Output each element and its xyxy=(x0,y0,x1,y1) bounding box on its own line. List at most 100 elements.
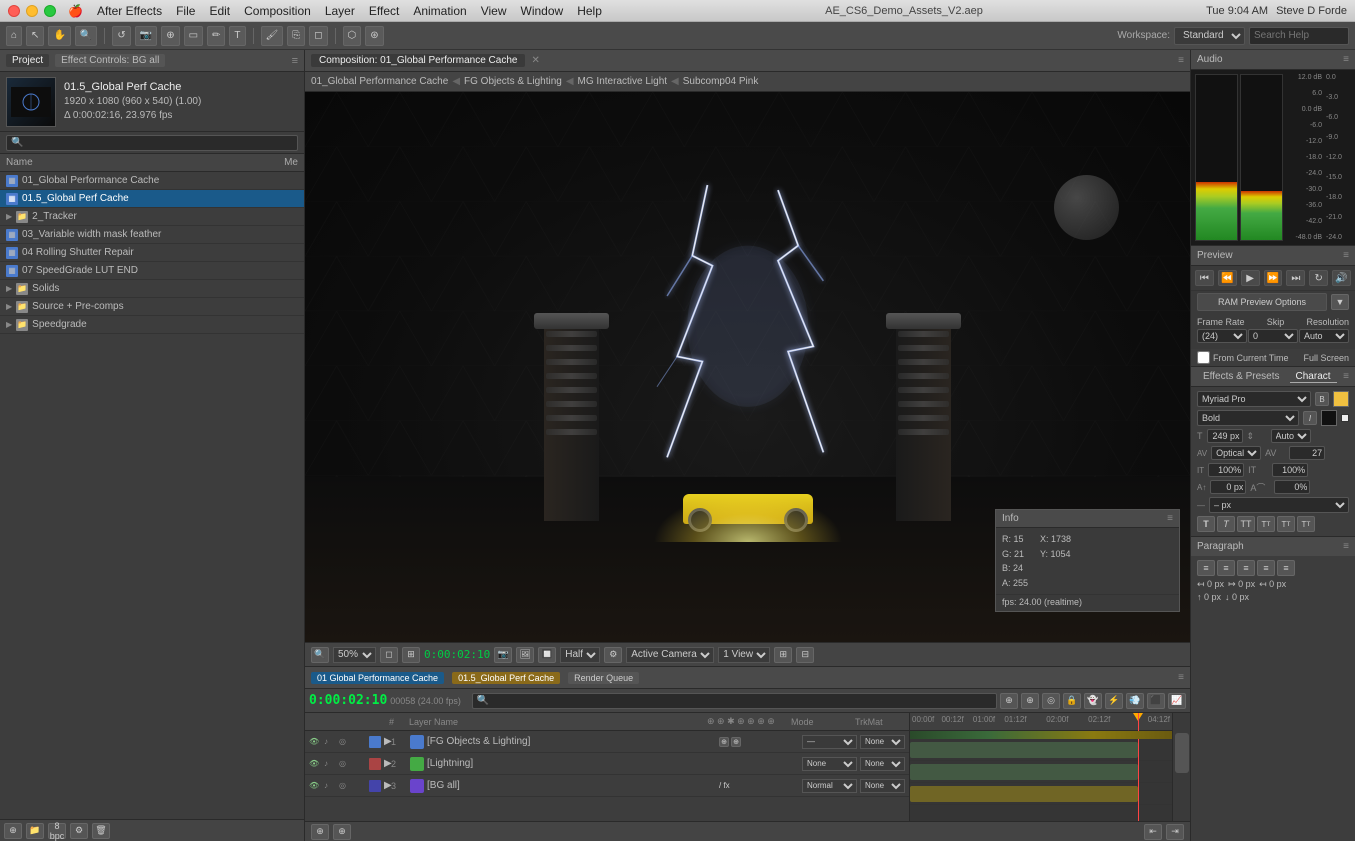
timeline-tab-1[interactable]: 01 Global Performance Cache xyxy=(311,672,444,684)
toolbar-pen-btn[interactable]: ✏ xyxy=(207,26,225,46)
faux-italic-btn[interactable]: I xyxy=(1303,411,1317,425)
project-search-btn[interactable]: 8 bpc xyxy=(48,823,66,839)
faux-bold-text-btn[interactable]: T xyxy=(1197,516,1215,532)
menu-file[interactable]: File xyxy=(176,4,195,18)
layer-mode-select[interactable]: — xyxy=(802,735,857,749)
layer-efx-btn[interactable]: ⊕ xyxy=(731,737,741,747)
search-help-input[interactable] xyxy=(1249,27,1349,45)
timeline-nav-start-btn[interactable]: ⊕ xyxy=(311,824,329,840)
baseline-input[interactable] xyxy=(1210,480,1246,494)
skip-select[interactable]: 0 xyxy=(1248,329,1298,343)
language-select[interactable]: – px xyxy=(1209,497,1349,513)
tsume-input[interactable] xyxy=(1274,480,1310,494)
timeline-time-stretch-end-btn[interactable]: ⇥ xyxy=(1166,824,1184,840)
timeline-tab-2[interactable]: 01.5_Global Perf Cache xyxy=(452,672,560,684)
layer-audio-icon[interactable]: ♪ xyxy=(324,781,336,790)
comp-grid-btn[interactable]: ⊞ xyxy=(774,647,792,663)
font-size-input[interactable] xyxy=(1207,429,1243,443)
align-right-btn[interactable]: ≡ xyxy=(1237,560,1255,576)
ram-preview-dropdown-btn[interactable]: ▼ xyxy=(1331,294,1349,310)
font-family-select[interactable]: Myriad Pro xyxy=(1197,391,1311,407)
list-item[interactable]: ▶ 📁 2_Tracker xyxy=(0,208,304,226)
layer-row-2[interactable]: 👁 ♪ ◎ ▶ 2 [Lightning] None None xyxy=(305,753,909,775)
timeline-panel-menu-icon[interactable]: ≡ xyxy=(1178,672,1184,683)
project-folder-btn[interactable]: 📁 xyxy=(26,823,44,839)
leading-select[interactable]: Auto xyxy=(1271,429,1311,443)
timeline-marker-btn[interactable]: ⊕ xyxy=(1021,693,1039,709)
info-panel-menu-icon[interactable]: ≡ xyxy=(1167,513,1173,524)
quality-select[interactable]: Half xyxy=(560,647,600,663)
breadcrumb-item-3[interactable]: MG Interactive Light xyxy=(578,76,667,87)
comp-tab-close-icon[interactable]: ✕ xyxy=(531,55,539,66)
menu-aftereffects[interactable]: After Effects xyxy=(97,4,162,18)
layer-visibility-icon[interactable]: 👁 xyxy=(309,759,321,768)
tracking-input[interactable] xyxy=(1289,446,1325,460)
timeline-frame-blend-btn[interactable]: ⬛ xyxy=(1147,693,1165,709)
panel-close-icon[interactable]: ≡ xyxy=(292,55,298,67)
layer-mode-select[interactable]: None xyxy=(802,757,857,771)
toolbar-puppet-btn[interactable]: ⊛ xyxy=(365,26,383,46)
comp-guides-btn[interactable]: ⊟ xyxy=(796,647,814,663)
layer-trkmat-select[interactable]: None xyxy=(860,735,905,749)
timeline-lock-btn[interactable]: 🔒 xyxy=(1063,693,1081,709)
comp-magnification-btn[interactable]: 🔍 xyxy=(311,647,329,663)
menu-animation[interactable]: Animation xyxy=(413,4,466,18)
project-new-composition-btn[interactable]: ⊕ xyxy=(4,823,22,839)
minimize-button[interactable] xyxy=(26,5,38,17)
timeline-quality-btn[interactable]: ⚡ xyxy=(1105,693,1123,709)
toolbar-eraser-btn[interactable]: ◻ xyxy=(309,26,327,46)
subscript-btn[interactable]: TT xyxy=(1297,516,1315,532)
preview-next-frame-btn[interactable]: ⏩ xyxy=(1264,270,1283,286)
layer-solo-icon[interactable]: ◎ xyxy=(339,737,351,746)
layer-expand-icon[interactable]: ▶ xyxy=(384,736,388,747)
menu-effect[interactable]: Effect xyxy=(369,4,399,18)
align-center-btn[interactable]: ≡ xyxy=(1217,560,1235,576)
list-item[interactable]: ▶ 📁 Speedgrade xyxy=(0,316,304,334)
effect-controls-tab[interactable]: Effect Controls: BG all xyxy=(55,54,165,67)
menu-help[interactable]: Help xyxy=(577,4,602,18)
justify-btn[interactable]: ≡ xyxy=(1257,560,1275,576)
timeline-shy-btn[interactable]: 👻 xyxy=(1084,693,1102,709)
fill-color-swatch[interactable] xyxy=(1333,391,1349,407)
toolbar-select-btn[interactable]: ↖ xyxy=(26,26,44,46)
list-item[interactable]: ▦ 01_Global Performance Cache xyxy=(0,172,304,190)
timeline-graph-btn[interactable]: 📈 xyxy=(1168,693,1186,709)
layer-audio-icon[interactable]: ♪ xyxy=(324,737,336,746)
list-item[interactable]: ▦ 04 Rolling Shutter Repair xyxy=(0,244,304,262)
timeline-tab-render[interactable]: Render Queue xyxy=(568,672,639,684)
list-item[interactable]: ▦ 01.5_Global Perf Cache xyxy=(0,190,304,208)
stroke-color-swatch[interactable] xyxy=(1321,410,1337,426)
menu-window[interactable]: Window xyxy=(521,4,564,18)
toolbar-hand-btn[interactable]: ✋ xyxy=(48,26,70,46)
superscript-btn[interactable]: TT xyxy=(1277,516,1295,532)
timeline-search-input[interactable] xyxy=(472,693,997,709)
timeline-motion-blur-btn[interactable]: 💨 xyxy=(1126,693,1144,709)
faux-bold-btn[interactable]: B xyxy=(1315,392,1329,406)
comp-roi-btn[interactable]: ⊞ xyxy=(402,647,420,663)
layer-trkmat-select[interactable]: None xyxy=(860,779,905,793)
menu-composition[interactable]: Composition xyxy=(244,4,311,18)
comp-display-btn[interactable]: ⚙ xyxy=(604,647,622,663)
zoom-select[interactable]: 50% xyxy=(333,647,376,663)
view-select[interactable]: Active Camera xyxy=(626,647,714,663)
timeline-nav-end-btn[interactable]: ⊕ xyxy=(333,824,351,840)
layer-trkmat-select[interactable]: None xyxy=(860,757,905,771)
small-caps-btn[interactable]: TT xyxy=(1257,516,1275,532)
layer-visibility-icon[interactable]: 👁 xyxy=(309,737,321,746)
toolbar-home-btn[interactable]: ⌂ xyxy=(6,26,22,46)
timeline-solo-btn[interactable]: ◎ xyxy=(1042,693,1060,709)
apple-menu[interactable]: 🍎 xyxy=(68,4,83,18)
layer-expand-icon[interactable]: ▶ xyxy=(384,780,388,791)
font-style-select[interactable]: Bold xyxy=(1197,410,1299,426)
kerning-type-select[interactable]: Optical xyxy=(1211,446,1261,460)
project-search-input[interactable] xyxy=(6,135,298,151)
preview-last-frame-btn[interactable]: ⏭ xyxy=(1286,270,1305,286)
comp-panel-menu-icon[interactable]: ≡ xyxy=(1178,55,1184,66)
comp-channel-btn[interactable]: 🔲 xyxy=(538,647,556,663)
toolbar-pan-btn[interactable]: ⊕ xyxy=(161,26,179,46)
toolbar-clone-btn[interactable]: ⎘ xyxy=(287,26,305,46)
preview-first-frame-btn[interactable]: ⏮ xyxy=(1195,270,1214,286)
toolbar-mask-btn[interactable]: ▭ xyxy=(184,26,203,46)
breadcrumb-item-2[interactable]: FG Objects & Lighting xyxy=(464,76,562,87)
list-item[interactable]: ▦ 07 SpeedGrade LUT END xyxy=(0,262,304,280)
